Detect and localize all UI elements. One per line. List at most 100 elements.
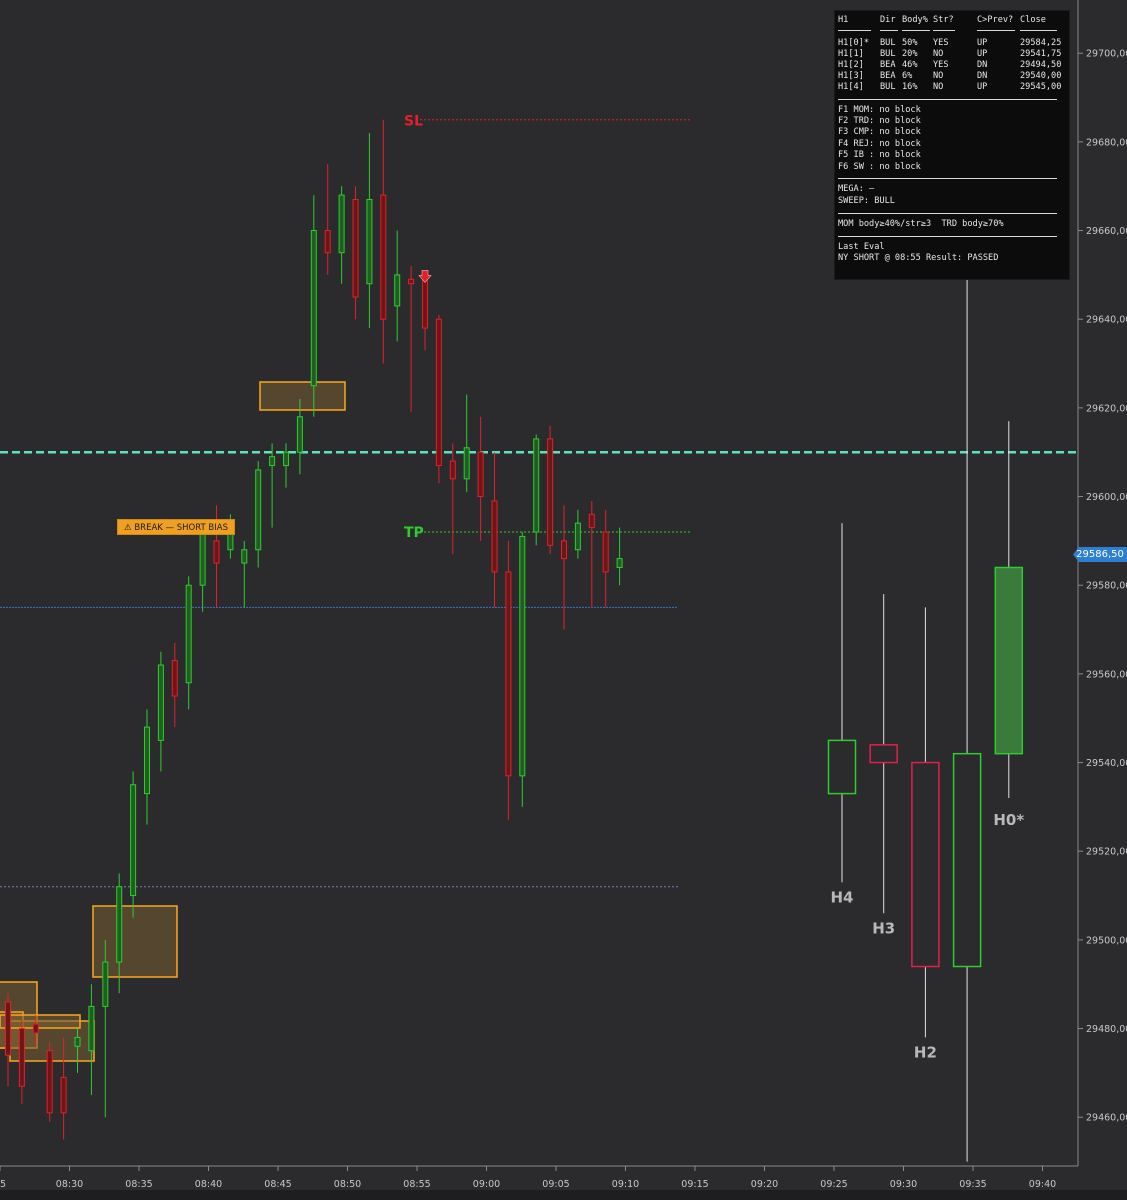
sweep-line: SWEEP: BULL bbox=[838, 196, 895, 206]
row-close: 29494,50 bbox=[1020, 60, 1062, 70]
row-dir: BUL bbox=[880, 49, 896, 59]
candle-body bbox=[477, 451, 484, 498]
candle-body bbox=[269, 456, 276, 467]
y-tick-label: 29700,00 bbox=[1086, 49, 1127, 60]
header-dir: Dir bbox=[880, 15, 896, 25]
separator bbox=[838, 178, 1057, 179]
row-str: NO bbox=[933, 71, 944, 81]
row-prev: UP bbox=[977, 49, 988, 59]
last-eval-line: NY SHORT @ 08:55 Result: PASSED bbox=[838, 253, 999, 263]
candle-body bbox=[32, 1023, 39, 1034]
candle-body bbox=[574, 522, 581, 551]
candle-body bbox=[102, 961, 109, 1007]
y-tick-label: 29660,00 bbox=[1086, 226, 1127, 237]
filter-line: F3 CMP: no block bbox=[838, 127, 921, 137]
row-dir: BUL bbox=[880, 38, 896, 48]
candle-body bbox=[463, 447, 470, 480]
x-tick-label: 09:30 bbox=[890, 1179, 917, 1190]
x-tick-label: 09:10 bbox=[612, 1179, 639, 1190]
row-close: 29540,00 bbox=[1020, 71, 1062, 81]
x-tick-label: 09:25 bbox=[820, 1179, 847, 1190]
filter-line: F6 SW : no block bbox=[838, 162, 921, 172]
row-body: 16% bbox=[902, 82, 918, 92]
x-tick-label: 08:50 bbox=[334, 1179, 361, 1190]
row-str: YES bbox=[933, 38, 949, 48]
candle-body bbox=[602, 531, 609, 573]
x-tick-label: 09:40 bbox=[1029, 1179, 1056, 1190]
x-tick-label: 08:55 bbox=[403, 1179, 430, 1190]
header-underline bbox=[933, 30, 955, 31]
candle-body bbox=[449, 460, 456, 480]
thresholds-line: MOM body≥40%/str≥3 TRD body≥70% bbox=[838, 219, 1004, 229]
row-str: NO bbox=[933, 82, 944, 92]
row-h: H1[3] bbox=[838, 71, 864, 81]
candle-body bbox=[310, 230, 317, 387]
x-tick-label: 08:45 bbox=[264, 1179, 291, 1190]
candle-body bbox=[491, 500, 498, 573]
candle-body bbox=[519, 535, 526, 777]
row-body: 20% bbox=[902, 49, 918, 59]
candle-body bbox=[366, 199, 373, 285]
header-underline bbox=[880, 30, 898, 31]
candle-body bbox=[324, 230, 331, 254]
candle-body bbox=[296, 416, 303, 453]
header-close: Close bbox=[1020, 15, 1046, 25]
row-prev: DN bbox=[977, 60, 988, 70]
candle-body bbox=[185, 584, 192, 684]
hourly-candle-body bbox=[952, 752, 982, 968]
row-str: NO bbox=[933, 49, 944, 59]
x-tick-label: 09:15 bbox=[681, 1179, 708, 1190]
header-str: Str? bbox=[933, 15, 954, 25]
candle-body bbox=[157, 664, 164, 741]
y-tick-label: 29540,00 bbox=[1086, 758, 1127, 769]
candle-body bbox=[18, 1028, 25, 1087]
row-prev: UP bbox=[977, 82, 988, 92]
x-tick-label: 09:35 bbox=[959, 1179, 986, 1190]
current-price-tag: 29586,50 bbox=[1073, 547, 1127, 562]
x-tick-label: 08:30 bbox=[56, 1179, 83, 1190]
hourly-candle-body bbox=[869, 744, 898, 764]
candle-body bbox=[144, 726, 150, 795]
filter-line: F5 IB : no block bbox=[838, 150, 921, 160]
bottom-scrollbar bbox=[0, 1190, 1127, 1200]
separator bbox=[838, 236, 1057, 237]
x-tick-label: 25 bbox=[0, 1179, 6, 1190]
row-h: H1[4] bbox=[838, 82, 864, 92]
row-close: 29584,25 bbox=[1020, 38, 1062, 48]
header-underline bbox=[902, 30, 930, 31]
row-body: 6% bbox=[902, 71, 913, 81]
candle-body bbox=[213, 540, 220, 564]
last-eval-title: Last Eval bbox=[838, 242, 885, 252]
candle-body bbox=[88, 1005, 95, 1052]
y-tick-label: 29560,00 bbox=[1086, 669, 1127, 680]
row-h: H1[0]* bbox=[838, 38, 870, 48]
candle-body bbox=[352, 199, 359, 298]
row-dir: BUL bbox=[880, 82, 896, 92]
candle-body bbox=[5, 1001, 11, 1056]
row-body: 46% bbox=[902, 60, 918, 70]
hourly-candle-body bbox=[911, 761, 940, 968]
tp-label: TP bbox=[404, 525, 424, 541]
separator bbox=[838, 213, 1057, 214]
candle-body bbox=[60, 1076, 67, 1114]
order-block-zone bbox=[0, 1014, 81, 1029]
filter-line: F1 MOM: no block bbox=[838, 105, 921, 115]
y-tick-label: 29640,00 bbox=[1086, 315, 1127, 326]
candle-body bbox=[46, 1050, 53, 1114]
x-tick-label: 09:05 bbox=[542, 1179, 569, 1190]
candle-body bbox=[74, 1036, 81, 1047]
header-underline bbox=[838, 30, 871, 31]
row-dir: BEA bbox=[880, 71, 896, 81]
candle-body bbox=[394, 274, 401, 307]
candle-body bbox=[505, 571, 512, 777]
y-tick-label: 29520,00 bbox=[1086, 847, 1127, 858]
candle-body bbox=[533, 438, 540, 533]
hourly-candle-label: H0* bbox=[993, 811, 1024, 829]
candle-body bbox=[283, 451, 289, 467]
y-tick-label: 29580,00 bbox=[1086, 581, 1127, 592]
mega-line: MEGA: — bbox=[838, 184, 875, 194]
y-tick-label: 29480,00 bbox=[1086, 1024, 1127, 1035]
x-tick-label: 09:00 bbox=[473, 1179, 500, 1190]
row-str: YES bbox=[933, 60, 949, 70]
header-body: Body% bbox=[902, 15, 928, 25]
